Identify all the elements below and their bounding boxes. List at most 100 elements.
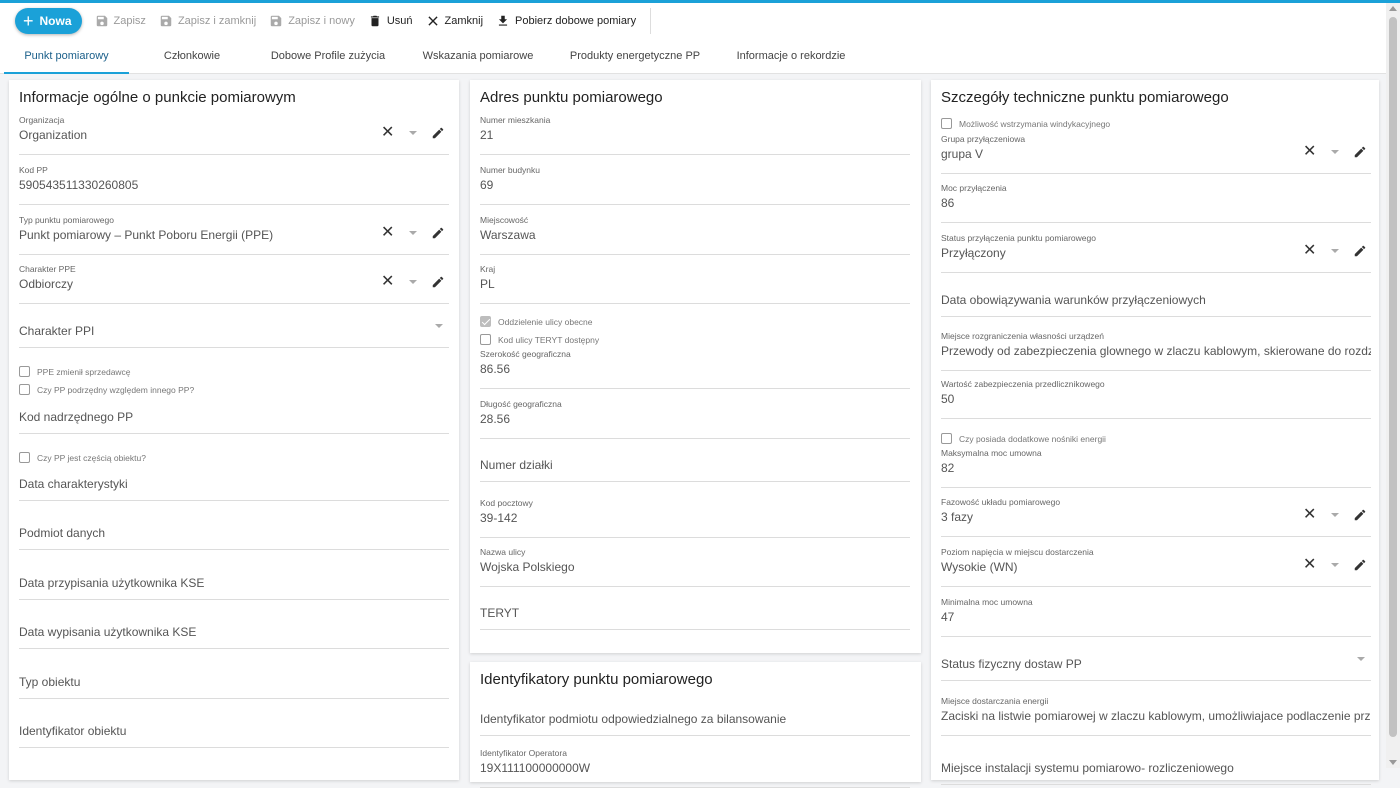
clear-icon[interactable]: ✕ — [1303, 507, 1316, 523]
teryt-field[interactable]: TERYT — [480, 590, 910, 630]
edit-pencil-icon[interactable] — [1353, 145, 1367, 159]
numer-mieszkania-field[interactable]: Numer mieszkania 21 — [480, 115, 910, 155]
clear-icon[interactable]: ✕ — [381, 125, 394, 141]
edit-pencil-icon[interactable] — [1353, 558, 1367, 572]
scroll-up-icon[interactable] — [1389, 6, 1397, 11]
tab-punkt-pomiarowy[interactable]: Punkt pomiarowy — [4, 39, 129, 74]
field-placeholder: Typ obiektu — [19, 675, 81, 689]
new-button[interactable]: + Nowa — [15, 8, 82, 34]
kod-pp-field[interactable]: Kod PP 590543511330260805 — [19, 165, 449, 205]
numer-budynku-field[interactable]: Numer budynku 69 — [480, 165, 910, 205]
typ-obiektu-field[interactable]: Typ obiektu — [19, 659, 449, 699]
charakter-ppe-field[interactable]: Charakter PPE Odbiorczy ✕ — [19, 264, 449, 304]
chevron-down-icon[interactable] — [1331, 563, 1339, 567]
miejsce-dostarczania-field[interactable]: Miejsce dostarczania energii Zaciski na … — [941, 696, 1371, 736]
edit-pencil-icon[interactable] — [1353, 508, 1367, 522]
moc-przylaczenia-field[interactable]: Moc przyłączenia 86 — [941, 183, 1371, 223]
chevron-down-icon[interactable] — [1331, 513, 1339, 517]
download-button-label: Pobierz dobowe pomiary — [515, 15, 637, 27]
tab-dobowe-profile[interactable]: Dobowe Profile zużycia — [262, 39, 394, 74]
checkbox-box[interactable] — [941, 118, 952, 129]
toolbar-divider — [650, 8, 652, 34]
edit-pencil-icon[interactable] — [1353, 244, 1367, 258]
ppe-zmienil-checkbox[interactable]: PPE zmienił sprzedawcę — [19, 366, 131, 377]
scrollbar-thumb[interactable] — [1389, 17, 1397, 737]
identyfikator-obiektu-field[interactable]: Identyfikator obiektu — [19, 708, 449, 748]
save-button[interactable]: Zapisz — [95, 14, 146, 28]
status-przylaczenia-field[interactable]: Status przyłączenia punktu pomiarowego P… — [941, 233, 1371, 273]
tab-czlonkowie[interactable]: Członkowie — [140, 39, 244, 74]
edit-pencil-icon[interactable] — [431, 275, 445, 289]
delete-button[interactable]: Usuń — [368, 14, 413, 28]
grupa-przylaczeniowa-field[interactable]: Grupa przyłączeniowa grupa V ✕ — [941, 134, 1371, 174]
data-charakterystyki-field[interactable]: Data charakterystyki — [19, 461, 449, 501]
miejsce-rozgraniczenia-field[interactable]: Miejsce rozgraniczenia własności urządze… — [941, 331, 1371, 371]
checkbox-box[interactable] — [480, 334, 491, 345]
poziom-napiecia-field[interactable]: Poziom napięcia w miejscu dostarczenia W… — [941, 547, 1371, 587]
clear-icon[interactable]: ✕ — [381, 225, 394, 241]
podmiot-danych-field[interactable]: Podmiot danych — [19, 510, 449, 550]
nazwa-ulicy-field[interactable]: Nazwa ulicy Wojska Polskiego — [480, 547, 910, 587]
chevron-down-icon[interactable] — [435, 324, 443, 328]
chevron-down-icon[interactable] — [1357, 657, 1365, 661]
data-przypisania-field[interactable]: Data przypisania użytkownika KSE — [19, 560, 449, 600]
wartosc-zabezpieczenia-field[interactable]: Wartość zabezpieczenia przedlicznikowego… — [941, 379, 1371, 419]
chevron-down-icon[interactable] — [409, 280, 417, 284]
chevron-down-icon[interactable] — [1331, 249, 1339, 253]
dodatkowe-nosniki-checkbox[interactable]: Czy posiada dodatkowe nośniki energii — [941, 433, 1106, 444]
dlugosc-geograficzna-field[interactable]: Długość geograficzna 28.56 — [480, 399, 910, 439]
numer-dzialki-field[interactable]: Numer działki — [480, 442, 910, 482]
tab-wskazania[interactable]: Wskazania pomiarowe — [412, 39, 544, 74]
field-label: Fazowość układu pomiarowego — [941, 497, 1061, 507]
scroll-down-icon[interactable] — [1389, 760, 1397, 765]
miejscowosc-field[interactable]: Miejscowość Warszawa — [480, 215, 910, 255]
szerokosc-geograficzna-field[interactable]: Szerokość geograficzna 86.56 — [480, 349, 910, 389]
fazowosc-field[interactable]: Fazowość układu pomiarowego 3 fazy ✕ — [941, 497, 1371, 537]
chevron-down-icon[interactable] — [409, 131, 417, 135]
chevron-down-icon[interactable] — [1331, 150, 1339, 154]
clear-icon[interactable]: ✕ — [1303, 144, 1316, 160]
save-and-new-button[interactable]: Zapisz i nowy — [269, 14, 355, 28]
wstrzymanie-windykacyjne-checkbox[interactable]: Możliwość wstrzymania windykacyjnego — [941, 118, 1110, 129]
status-fizyczny-field[interactable]: Status fizyczny dostaw PP — [941, 641, 1371, 681]
download-daily-measurements-button[interactable]: Pobierz dobowe pomiary — [496, 14, 636, 28]
data-obowiazywania-field[interactable]: Data obowiązywania warunków przyłączenio… — [941, 277, 1371, 317]
save-and-close-button[interactable]: Zapisz i zamknij — [159, 14, 256, 28]
page-scrollbar[interactable] — [1386, 3, 1400, 768]
data-wypisania-field[interactable]: Data wypisania użytkownika KSE — [19, 609, 449, 649]
typ-punktu-field[interactable]: Typ punktu pomiarowego Punkt pomiarowy –… — [19, 215, 449, 255]
kod-nadrzednego-field[interactable]: Kod nadrzędnego PP — [19, 394, 449, 434]
close-button[interactable]: Zamknij — [426, 14, 484, 28]
charakter-ppi-field[interactable]: Charakter PPI — [19, 308, 449, 348]
miejsce-instalacji-field[interactable]: Miejsce instalacji systemu pomiarowo- ro… — [941, 745, 1371, 785]
checkbox-box[interactable] — [480, 316, 491, 327]
clear-icon[interactable]: ✕ — [381, 274, 394, 290]
field-value: Wojska Polskiego — [480, 560, 575, 574]
maksymalna-moc-field[interactable]: Maksymalna moc umowna 82 — [941, 448, 1371, 488]
edit-pencil-icon[interactable] — [431, 226, 445, 240]
plus-icon: + — [23, 11, 34, 31]
chevron-down-icon[interactable] — [409, 231, 417, 235]
minimalna-moc-field[interactable]: Minimalna moc umowna 47 — [941, 597, 1371, 637]
address-title: Adres punktu pomiarowego — [480, 89, 663, 106]
kod-ulicy-teryt-checkbox[interactable]: Kod ulicy TERYT dostępny — [480, 334, 599, 345]
tab-informacje-o-rekordzie[interactable]: Informacje o rekordzie — [726, 39, 856, 74]
checkbox-box[interactable] — [941, 433, 952, 444]
clear-icon[interactable]: ✕ — [1303, 243, 1316, 259]
checkbox-box[interactable] — [19, 366, 30, 377]
close-button-label: Zamknij — [444, 15, 484, 27]
oddzielenie-ulicy-checkbox[interactable]: Oddzielenie ulicy obecne — [480, 316, 593, 327]
clear-icon[interactable]: ✕ — [1303, 557, 1316, 573]
field-label: Miejscowość — [480, 215, 529, 225]
identyfikator-operatora-field[interactable]: Identyfikator Operatora 19X111100000000W — [480, 748, 910, 788]
field-label: Minimalna moc umowna — [941, 597, 1033, 607]
organization-field[interactable]: Organizacja Organization ✕ — [19, 115, 449, 155]
field-label: Szerokość geograficzna — [480, 349, 571, 359]
kod-pocztowy-field[interactable]: Kod pocztowy 39-142 — [480, 498, 910, 538]
tab-produkty[interactable]: Produkty energetyczne PP — [562, 39, 708, 74]
kraj-field[interactable]: Kraj PL — [480, 264, 910, 304]
edit-pencil-icon[interactable] — [431, 126, 445, 140]
field-value: 47 — [941, 610, 955, 624]
podmiot-bilansowanie-field[interactable]: Identyfikator podmiotu odpowiedzialnego … — [480, 696, 910, 736]
field-value: 590543511330260805 — [19, 178, 139, 192]
